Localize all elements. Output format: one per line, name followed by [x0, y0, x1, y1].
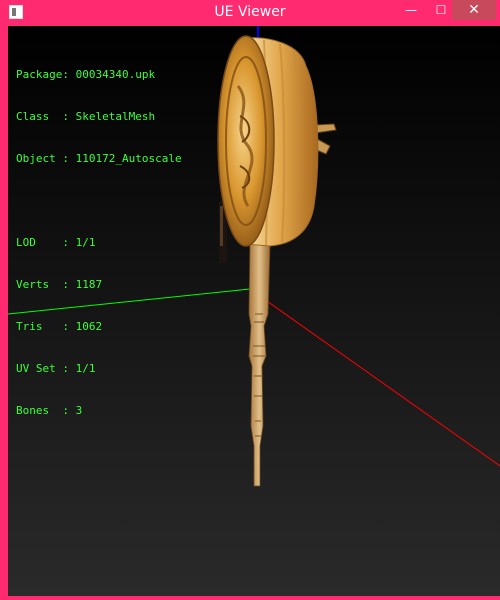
3d-viewport[interactable]: Package: 00034340.upk Class : SkeletalMe…	[8, 26, 500, 596]
app-window: UE Viewer — ☐ ✕ Package: 00034340.upk Cl…	[0, 0, 500, 600]
info-package: Package: 00034340.upk	[16, 68, 156, 81]
info-tris: Tris : 1062	[16, 320, 103, 333]
mesh-stick	[248, 243, 271, 487]
title-bar[interactable]: UE Viewer — ☐ ✕	[4, 0, 496, 26]
info-bones: Bones : 3	[16, 404, 83, 417]
mesh-info-overlay: Package: 00034340.upk Class : SkeletalMe…	[16, 40, 182, 446]
close-button[interactable]: ✕	[452, 0, 496, 20]
info-uvset: UV Set : 1/1	[16, 362, 96, 375]
info-class: Class : SkeletalMesh	[16, 110, 156, 123]
info-object: Object : 110172_Autoscale	[16, 152, 182, 165]
axis-x-line	[249, 288, 500, 467]
info-lod: LOD : 1/1	[16, 236, 96, 249]
info-verts: Verts : 1187	[16, 278, 103, 291]
minimize-button[interactable]: —	[396, 0, 426, 20]
